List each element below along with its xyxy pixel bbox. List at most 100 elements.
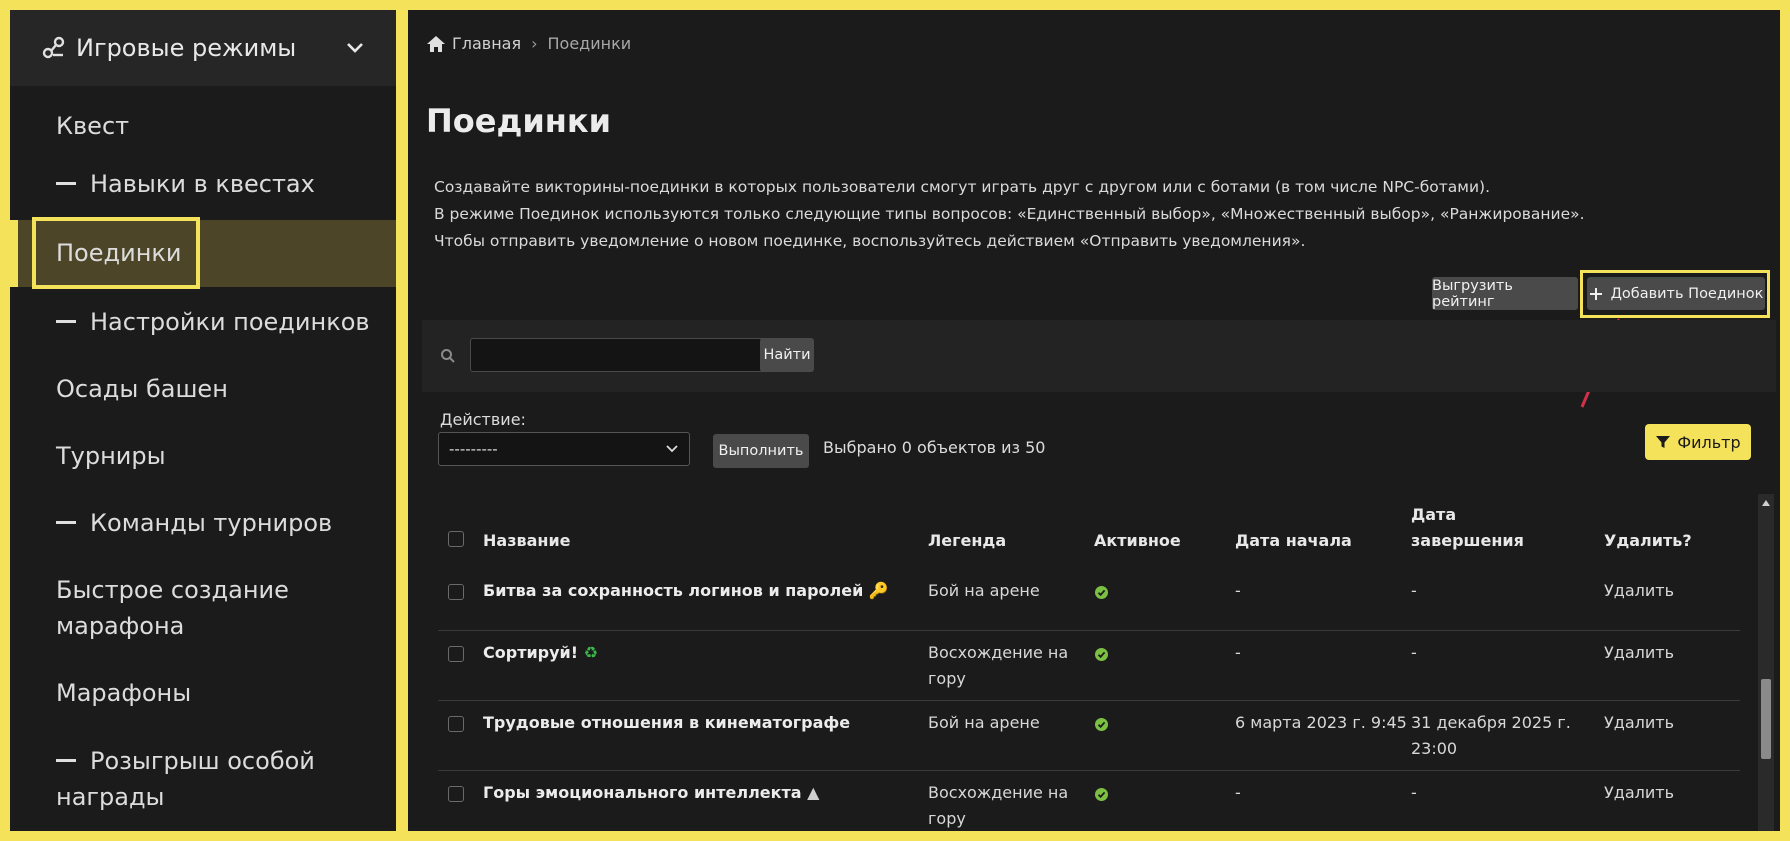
row-end-date: - bbox=[1411, 643, 1417, 662]
sidebar-item-label: Осады башен bbox=[56, 375, 228, 403]
row-start-date: - bbox=[1235, 643, 1241, 662]
home-icon[interactable] bbox=[426, 35, 446, 53]
annotation-highlight-box bbox=[32, 217, 200, 289]
row-name-text: Сортируй! bbox=[483, 643, 579, 662]
action-label: Действие: bbox=[440, 410, 526, 429]
filter-icon bbox=[1656, 436, 1671, 448]
table-row-name-link[interactable]: Трудовые отношения в кинематографе bbox=[483, 710, 850, 736]
row-divider bbox=[438, 700, 1740, 701]
chevron-down-icon bbox=[666, 445, 678, 453]
row-checkbox[interactable] bbox=[448, 646, 464, 662]
column-header-legend[interactable]: Легенда bbox=[928, 528, 1006, 554]
sidebar-item-tower-sieges[interactable]: Осады башен bbox=[10, 371, 396, 407]
row-start-date: - bbox=[1235, 783, 1241, 802]
column-header-end-line1: Дата bbox=[1411, 505, 1457, 524]
select-all-checkbox[interactable] bbox=[448, 531, 464, 547]
description-line: Чтобы отправить уведомление о новом поед… bbox=[434, 232, 1306, 250]
annotation-highlight-box bbox=[1580, 270, 1770, 318]
search-button[interactable]: Найти bbox=[760, 338, 814, 372]
sidebar-item-label: Быстрое создание bbox=[56, 576, 289, 604]
row-legend-line2: гору bbox=[928, 809, 966, 828]
sidebar-item-duel-settings[interactable]: Настройки поединков bbox=[10, 304, 396, 340]
sidebar-item-tournaments[interactable]: Турниры bbox=[10, 438, 396, 474]
row-delete-link[interactable]: Удалить bbox=[1604, 640, 1674, 666]
sidebar-item-quick-marathon[interactable]: Быстрое создание марафона bbox=[10, 572, 396, 644]
row-divider bbox=[438, 770, 1740, 771]
scrollbar-thumb[interactable] bbox=[1761, 679, 1771, 759]
row-legend: Бой на арене bbox=[928, 581, 1040, 600]
breadcrumb-current: Поединки bbox=[547, 34, 632, 53]
search-bar: Найти bbox=[422, 320, 1776, 392]
check-circle-icon bbox=[1095, 718, 1108, 731]
row-start-date: 6 марта 2023 г. 9:45 bbox=[1235, 713, 1407, 732]
check-circle-icon bbox=[1095, 586, 1108, 599]
row-end-date-line1: 31 декабря 2025 г. bbox=[1411, 713, 1571, 732]
action-select-value: --------- bbox=[449, 440, 498, 458]
row-delete-link[interactable]: Удалить bbox=[1604, 710, 1674, 736]
page-title: Поединки bbox=[426, 102, 611, 140]
row-legend-line1: Восхождение на bbox=[928, 643, 1069, 662]
column-header-end-line2: завершения bbox=[1411, 531, 1524, 550]
sidebar-item-label: Турниры bbox=[56, 442, 166, 470]
sidebar-group-header[interactable]: Игровые режимы bbox=[10, 10, 396, 86]
export-rating-button[interactable]: Выгрузить рейтинг bbox=[1432, 277, 1578, 310]
run-action-button[interactable]: Выполнить bbox=[713, 434, 809, 468]
column-header-start-date[interactable]: Дата начала bbox=[1235, 528, 1352, 554]
sidebar-item-quest-skills[interactable]: Навыки в квестах bbox=[10, 166, 396, 202]
table-scrollbar[interactable] bbox=[1758, 494, 1774, 831]
description-line: В режиме Поединок используются только сл… bbox=[434, 205, 1585, 223]
column-header-end-date[interactable]: Дата завершения bbox=[1411, 502, 1524, 554]
row-name-text: Горы эмоционального интеллекта bbox=[483, 783, 802, 802]
row-checkbox[interactable] bbox=[448, 786, 464, 802]
selected-count: Выбрано 0 объектов из 50 bbox=[823, 438, 1046, 457]
filter-button[interactable]: Фильтр bbox=[1645, 424, 1751, 460]
row-legend: Восхождение на гору bbox=[928, 780, 1068, 831]
description-line: Создавайте викторины-поединки в которых … bbox=[434, 178, 1491, 196]
sidebar-item-label: Марафоны bbox=[56, 679, 192, 707]
sidebar-item-label: Квест bbox=[56, 112, 130, 140]
sidebar-item-tournament-teams[interactable]: Команды турниров bbox=[10, 505, 396, 541]
row-legend: Бой на арене bbox=[928, 713, 1040, 732]
game-modes-icon bbox=[42, 36, 65, 59]
search-input[interactable] bbox=[470, 338, 796, 372]
breadcrumb-home-link[interactable]: Главная bbox=[452, 34, 521, 53]
dash-icon bbox=[56, 181, 76, 185]
sidebar-item-label: Навыки в квестах bbox=[90, 170, 315, 198]
breadcrumb: Главная › Поединки bbox=[426, 34, 631, 53]
row-checkbox[interactable] bbox=[448, 716, 464, 732]
row-start-date: - bbox=[1235, 581, 1241, 600]
column-header-delete: Удалить? bbox=[1604, 531, 1692, 550]
row-legend: Восхождение на гору bbox=[928, 640, 1068, 692]
sidebar-item-label: Настройки поединков bbox=[90, 308, 370, 336]
row-delete-link[interactable]: Удалить bbox=[1604, 578, 1674, 604]
main-content: Главная › Поединки Поединки Создавайте в… bbox=[408, 10, 1780, 831]
sidebar-item-special-prize[interactable]: Розыгрыш особой награды bbox=[10, 743, 396, 815]
table-row-name-link[interactable]: Сортируй! ♻ bbox=[483, 640, 598, 666]
table-row-name-link[interactable]: Битва за сохранность логинов и паролей 🔑 bbox=[483, 578, 889, 604]
search-icon bbox=[441, 349, 455, 363]
sidebar-item-label-line2: марафона bbox=[56, 612, 185, 640]
action-select[interactable]: --------- bbox=[438, 432, 690, 466]
column-header-name[interactable]: Название bbox=[483, 528, 571, 554]
scroll-up-arrow-icon[interactable] bbox=[1761, 498, 1771, 508]
row-delete-link[interactable]: Удалить bbox=[1604, 780, 1674, 806]
mountain-icon: ▲ bbox=[807, 783, 820, 802]
row-checkbox[interactable] bbox=[448, 584, 464, 600]
page-description: Создавайте викторины-поединки в которых … bbox=[434, 174, 1585, 255]
row-name-text: Трудовые отношения в кинематографе bbox=[483, 713, 851, 732]
table-row-name-link[interactable]: Горы эмоционального интеллекта ▲ bbox=[483, 780, 819, 806]
sidebar-item-label: Команды турниров bbox=[90, 509, 333, 537]
row-end-date: - bbox=[1411, 783, 1417, 802]
filter-label: Фильтр bbox=[1677, 432, 1741, 452]
key-icon: 🔑 bbox=[868, 581, 889, 600]
sidebar-item-marathons[interactable]: Марафоны bbox=[10, 675, 396, 711]
sidebar-item-quest[interactable]: Квест bbox=[10, 108, 396, 144]
dash-icon bbox=[56, 319, 76, 323]
row-end-date-line2: 23:00 bbox=[1411, 739, 1458, 758]
row-name-text: Битва за сохранность логинов и паролей bbox=[483, 581, 864, 600]
chevron-down-icon[interactable] bbox=[344, 37, 366, 59]
row-legend-line2: гору bbox=[928, 669, 966, 688]
row-end-date: 31 декабря 2025 г. 23:00 bbox=[1411, 710, 1571, 762]
recycle-icon: ♻ bbox=[583, 643, 598, 662]
column-header-active[interactable]: Активное bbox=[1094, 528, 1181, 554]
